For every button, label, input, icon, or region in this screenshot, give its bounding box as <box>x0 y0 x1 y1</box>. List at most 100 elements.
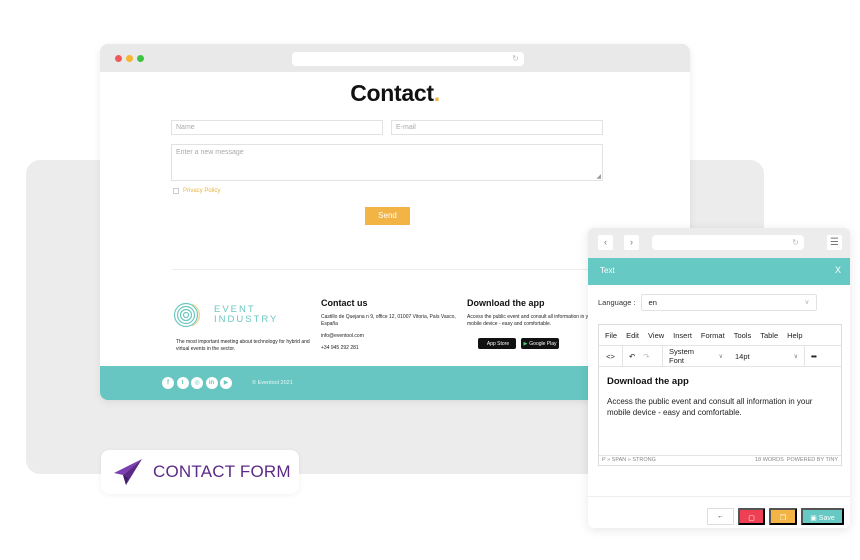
editor-address-bar[interactable]: ↻ <box>652 235 804 250</box>
more-options-icon[interactable]: ••• <box>811 352 817 361</box>
editor-content-area[interactable]: Download the app Access the public event… <box>599 367 841 455</box>
chevron-down-icon: ∨ <box>804 299 810 306</box>
editor-statusbar: P » SPAN » STRONG 18 WORDS POWERED BY TI… <box>599 455 841 464</box>
copy-icon: ❐ <box>779 515 787 522</box>
menu-view[interactable]: View <box>648 331 664 340</box>
editor-panel-title: Text <box>600 266 615 275</box>
google-play-label: Google Play <box>529 340 557 347</box>
contact-email-link[interactable]: info@eventool.com <box>321 333 461 340</box>
word-count: 18 WORDS <box>755 457 784 463</box>
message-placeholder: Enter a new message <box>176 149 244 156</box>
address-bar[interactable]: ↻ <box>292 52 524 66</box>
source-code-icon[interactable]: <> <box>606 352 615 361</box>
section-divider <box>172 269 602 270</box>
logo-line-2: INDUSTRY <box>214 314 279 325</box>
copyright-text: © Eventool 2021 <box>252 380 293 386</box>
contact-phone: +34 945 292 281 <box>321 345 359 351</box>
editor-browser-bar: ‹ › ↻ ☰ <box>588 228 850 258</box>
chevron-down-icon: ∨ <box>718 353 723 360</box>
font-family-select[interactable]: System Font ∨ <box>663 346 729 366</box>
reload-icon[interactable]: ↻ <box>792 235 799 250</box>
email-placeholder: E-mail <box>396 124 416 131</box>
contact-form-label: CONTACT FORM <box>153 462 291 481</box>
app-store-badge[interactable]: App Store <box>478 338 516 349</box>
language-value: en <box>648 298 657 307</box>
font-size-select[interactable]: 14pt ∨ <box>729 346 805 366</box>
privacy-checkbox[interactable] <box>173 188 179 194</box>
download-app-text: Access the public event and consult all … <box>467 314 596 327</box>
window-close-dot[interactable] <box>115 55 122 62</box>
email-input[interactable]: E-mail <box>391 120 603 135</box>
forward-nav-button[interactable]: › <box>624 235 639 250</box>
menu-insert[interactable]: Insert <box>673 331 692 340</box>
contact-form-badge: CONTACT FORM <box>101 450 299 494</box>
page-title-text: Contact <box>350 80 434 106</box>
rich-text-editor: File Edit View Insert Format Tools Table… <box>598 324 842 466</box>
send-button[interactable]: Send <box>365 207 410 225</box>
undo-icon[interactable]: ↶ <box>629 352 635 361</box>
back-button[interactable]: ← <box>707 508 734 525</box>
contact-us-column: Contact us Castillo de Quejana n 9, offi… <box>321 298 461 357</box>
name-input[interactable]: Name <box>171 120 383 135</box>
element-path[interactable]: P » SPAN » STRONG <box>602 456 656 464</box>
footer-tagline: The most important meeting about technol… <box>176 339 310 352</box>
name-placeholder: Name <box>176 124 195 131</box>
editor-menubar: File Edit View Insert Format Tools Table… <box>599 325 841 346</box>
menu-help[interactable]: Help <box>787 331 802 340</box>
page-title-accent: . <box>433 80 440 106</box>
chevron-down-icon: ∨ <box>793 353 798 360</box>
window-maximize-dot[interactable] <box>137 55 144 62</box>
logo-rings-icon <box>173 302 201 328</box>
editor-toolbar: <> ↶ ↷ System Font ∨ 14pt ∨ ••• <box>599 346 841 367</box>
download-app-heading: Download the app <box>467 298 545 308</box>
window-minimize-dot[interactable] <box>126 55 133 62</box>
back-nav-button[interactable]: ‹ <box>598 235 613 250</box>
editor-actions: ← ▢ ❐ ▣ Save <box>707 508 844 525</box>
contact-us-heading: Contact us <box>321 298 368 308</box>
arrow-left-icon: ← <box>717 513 724 520</box>
privacy-policy-row: Privacy Policy <box>173 188 220 194</box>
font-family-value: System Font <box>669 347 695 365</box>
text-editor-window: ‹ › ↻ ☰ Text X Language : en ∨ File Edit… <box>588 228 850 528</box>
editor-panel-header: Text X <box>588 258 850 285</box>
save-icon: ▣ <box>810 515 817 522</box>
menu-edit[interactable]: Edit <box>626 331 639 340</box>
instagram-icon[interactable]: ◎ <box>191 377 203 389</box>
social-links: f t ◎ in ▶ <box>162 377 232 389</box>
youtube-icon[interactable]: ▶ <box>220 377 232 389</box>
font-size-value: 14pt <box>735 351 750 361</box>
duplicate-button[interactable]: ❐ <box>769 508 797 525</box>
language-row: Language : en ∨ <box>598 294 817 311</box>
app-store-label: App Store <box>486 340 510 347</box>
page-title: Contact. <box>100 80 690 107</box>
redo-icon[interactable]: ↷ <box>643 352 649 361</box>
twitter-icon[interactable]: t <box>176 377 189 389</box>
contact-address: Castillo de Quejana n 9, office 12, 0100… <box>321 314 456 327</box>
download-app-column: Download the app Access the public event… <box>467 298 597 349</box>
trash-icon: ▢ <box>748 515 755 522</box>
language-select[interactable]: en ∨ <box>640 294 817 311</box>
facebook-icon[interactable]: f <box>162 377 174 389</box>
content-paragraph: Access the public event and consult all … <box>607 397 813 417</box>
browser-titlebar: ↻ <box>100 44 690 72</box>
reload-icon[interactable]: ↻ <box>512 52 519 66</box>
language-label: Language : <box>598 298 636 307</box>
content-heading: Download the app <box>607 376 689 387</box>
privacy-policy-link[interactable]: Privacy Policy <box>183 188 220 194</box>
google-play-badge[interactable]: ▶ Google Play <box>521 338 559 349</box>
menu-format[interactable]: Format <box>701 331 725 340</box>
resize-handle-icon[interactable]: ◢ <box>596 173 601 180</box>
hamburger-menu-icon[interactable]: ☰ <box>827 235 842 250</box>
delete-button[interactable]: ▢ <box>738 508 765 525</box>
close-icon[interactable]: X <box>835 265 841 275</box>
powered-by-link[interactable]: POWERED BY TINY <box>787 457 838 463</box>
paper-plane-icon <box>114 459 142 485</box>
save-label: Save <box>818 515 835 522</box>
menu-file[interactable]: File <box>605 331 617 340</box>
editor-footer-divider <box>588 496 850 497</box>
message-textarea[interactable]: Enter a new message ◢ <box>171 144 603 181</box>
linkedin-icon[interactable]: in <box>205 377 218 389</box>
save-button[interactable]: ▣ Save <box>801 508 844 525</box>
menu-table[interactable]: Table <box>760 331 778 340</box>
menu-tools[interactable]: Tools <box>734 331 752 340</box>
